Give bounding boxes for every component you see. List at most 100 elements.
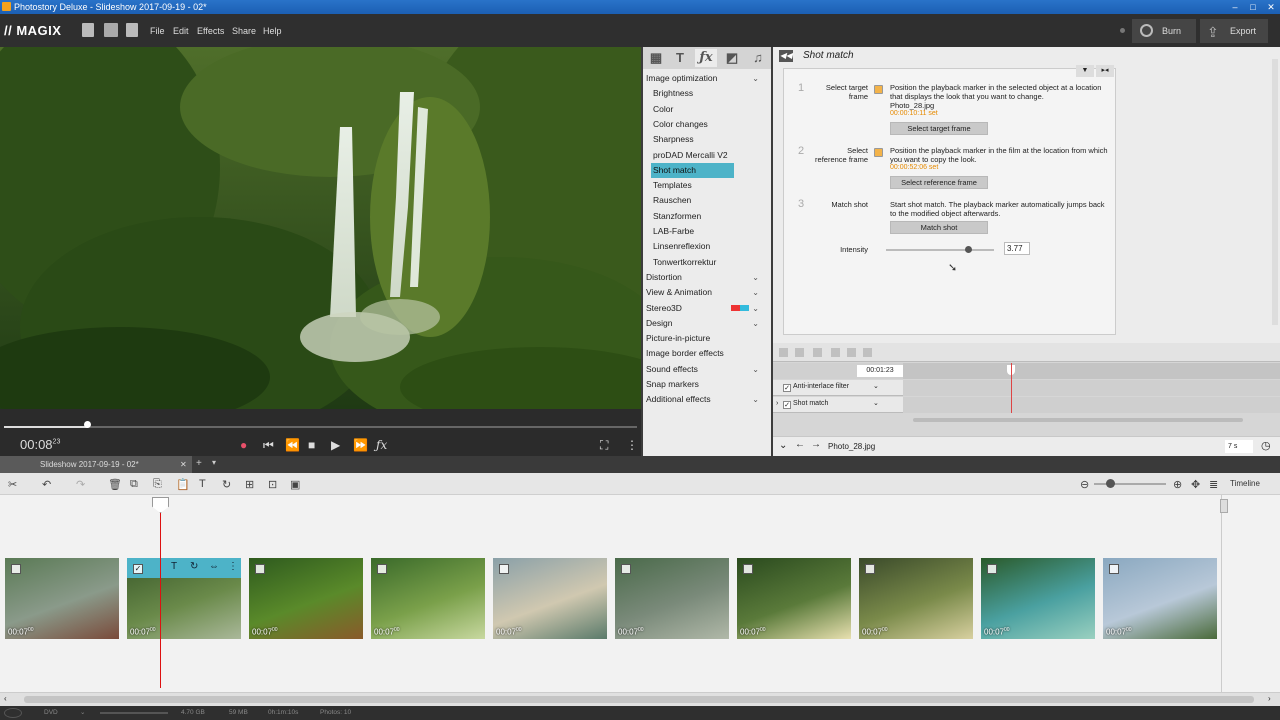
redo-icon[interactable] <box>795 348 804 357</box>
collapse-down-icon[interactable]: ⌄ <box>779 440 787 451</box>
video-preview[interactable] <box>0 47 641 409</box>
timeline-clip[interactable]: 00:0700 <box>981 558 1095 639</box>
intensity-slider[interactable] <box>886 249 994 251</box>
menu-edit[interactable]: Edit <box>173 26 189 36</box>
effect-item[interactable]: Shot match <box>643 162 771 178</box>
maximize-button[interactable]: □ <box>1244 0 1262 14</box>
zoom-select[interactable]: 7 s <box>1225 440 1253 453</box>
timeline-scrollbar[interactable]: ‹ › <box>0 692 1280 706</box>
track-anti-interlace[interactable]: ✓ Anti-interlace filter ⌄ <box>773 380 1280 396</box>
effect-item[interactable]: Additional effects ⌄ <box>643 392 771 407</box>
more-options-icon[interactable]: ⋮ <box>228 561 238 572</box>
disc-type[interactable]: DVD <box>44 706 58 720</box>
move-icon[interactable]: ✥ <box>1191 478 1200 491</box>
expand-icon[interactable]: › <box>776 400 778 407</box>
minimize-button[interactable]: – <box>1226 0 1244 14</box>
transition-tab-icon[interactable]: ◩ <box>721 49 743 67</box>
chevron-down-icon[interactable]: ⌄ <box>752 71 759 86</box>
clip-checkbox[interactable] <box>621 564 631 574</box>
timeline-clip[interactable]: 00:0700 <box>493 558 607 639</box>
effect-item[interactable]: Color changes <box>643 117 771 132</box>
add-keyframe-icon[interactable] <box>813 348 822 357</box>
clip-checkbox[interactable] <box>743 564 753 574</box>
copy-icon[interactable]: ⧉ <box>130 478 138 491</box>
project-tab[interactable]: Slideshow 2017-09-19 - 02* ✕ <box>0 456 192 473</box>
clip-checkbox[interactable] <box>499 564 509 574</box>
burn-button[interactable]: Burn <box>1132 19 1196 43</box>
trim-icon[interactable]: ⇔ <box>209 561 219 572</box>
chevron-down-icon[interactable]: ⌄ <box>80 706 85 720</box>
grid-tab-icon[interactable]: ▦ <box>645 49 667 67</box>
timeline-clip[interactable]: 00:0700 <box>859 558 973 639</box>
intensity-slider-handle[interactable] <box>965 246 973 253</box>
clip-checkbox[interactable]: ✓ <box>133 564 143 574</box>
more-options-icon[interactable]: ⋮ <box>626 438 638 452</box>
delete-icon[interactable] <box>831 348 840 357</box>
effect-item[interactable]: Snap markers <box>643 377 771 392</box>
close-tab-icon[interactable]: ✕ <box>180 456 187 473</box>
timeline-clip[interactable]: 00:0700 <box>249 558 363 639</box>
track-checkbox[interactable]: ✓ <box>783 401 791 409</box>
effect-item[interactable]: Linsenreflexion <box>643 239 771 254</box>
scrubber-track[interactable] <box>4 426 637 428</box>
effect-item[interactable]: View & Animation ⌄ <box>643 285 771 300</box>
effect-item[interactable]: Image optimization ⌄ <box>643 71 771 86</box>
fx-tab-icon[interactable]: ƒx <box>695 49 717 67</box>
crop-icon[interactable]: ⊞ <box>245 478 254 491</box>
undo-icon[interactable]: ↶ <box>42 478 51 491</box>
copy-icon[interactable] <box>847 348 856 357</box>
preview-scrubber[interactable] <box>0 409 641 433</box>
zoom-slider[interactable] <box>1094 483 1166 485</box>
music-tab-icon[interactable]: ♫ <box>747 49 769 67</box>
timeline-clip[interactable]: 00:0700 <box>737 558 851 639</box>
chevron-down-icon[interactable]: ⌄ <box>752 301 759 316</box>
new-file-icon[interactable] <box>82 23 94 37</box>
paste-icon[interactable]: 📋 <box>176 478 190 491</box>
effect-item[interactable]: Picture-in-picture <box>643 331 771 346</box>
record-button[interactable]: ● <box>240 438 247 452</box>
object-ruler[interactable]: 00:01:23 <box>773 363 1280 379</box>
zoom-slider-handle[interactable] <box>1106 479 1115 488</box>
object-scrollbar[interactable] <box>913 418 1243 422</box>
menu-effects[interactable]: Effects <box>197 26 224 36</box>
dropdown-icon[interactable]: ▼ <box>1076 65 1094 77</box>
menu-help[interactable]: Help <box>263 26 282 36</box>
timeline-clip[interactable]: T ↻ ⇔ ⋮ ✓ 00:0700 <box>127 558 241 639</box>
effect-item[interactable]: Templates <box>643 178 771 193</box>
clip-checkbox[interactable] <box>377 564 387 574</box>
timeline-clip[interactable]: 00:0700 <box>371 558 485 639</box>
rotate-icon[interactable]: ↻ <box>190 561 198 572</box>
zoom-in-icon[interactable]: ⊕ <box>1173 478 1182 491</box>
panel-scrollbar[interactable] <box>1272 59 1278 325</box>
chevron-down-icon[interactable]: ⌄ <box>752 392 759 407</box>
effect-item[interactable]: Image border effects <box>643 346 771 361</box>
effect-item[interactable]: LAB-Farbe <box>643 224 771 239</box>
select-target-frame-button[interactable]: Select target frame <box>890 122 988 135</box>
delete-icon[interactable]: 🗑 <box>108 478 122 491</box>
undo-icon[interactable] <box>779 348 788 357</box>
timeline-clip[interactable]: 00:0700 <box>615 558 729 639</box>
effect-item[interactable]: proDAD Mercalli V2 <box>643 148 771 163</box>
object-ruler-track[interactable] <box>903 363 1280 379</box>
target-picker-icon[interactable] <box>874 85 883 94</box>
clip-checkbox[interactable] <box>987 564 997 574</box>
add-tab-icon[interactable]: + <box>196 458 202 469</box>
skip-back-button[interactable]: ⏮ <box>263 438 274 453</box>
zoom-fit-icon[interactable]: ⊡ <box>268 478 277 491</box>
end-marker-handle[interactable] <box>1220 499 1228 513</box>
chevron-down-icon[interactable]: ⌄ <box>873 399 879 407</box>
fullscreen-icon[interactable]: ⛶ <box>600 438 608 453</box>
clip-checkbox[interactable] <box>1109 564 1119 574</box>
play-button[interactable]: ▶ <box>331 438 340 452</box>
match-shot-button[interactable]: Match shot <box>890 221 988 234</box>
reference-picker-icon[interactable] <box>874 148 883 157</box>
storyboard-timeline[interactable]: 00:0700 T ↻ ⇔ ⋮ ✓ 00:0700 00:0700 00:0700 00:0700… <box>0 495 1280 692</box>
effect-item[interactable]: Distortion ⌄ <box>643 270 771 285</box>
redo-icon[interactable]: ↷ <box>76 478 85 491</box>
timeline-view-label[interactable]: Timeline <box>1230 479 1260 488</box>
zoom-out-icon[interactable]: ⊖ <box>1080 478 1089 491</box>
effect-item[interactable]: Sharpness <box>643 132 771 147</box>
clip-checkbox[interactable] <box>865 564 875 574</box>
back-icon[interactable]: ◀◀ <box>779 50 793 62</box>
text-icon[interactable]: T <box>199 478 206 490</box>
